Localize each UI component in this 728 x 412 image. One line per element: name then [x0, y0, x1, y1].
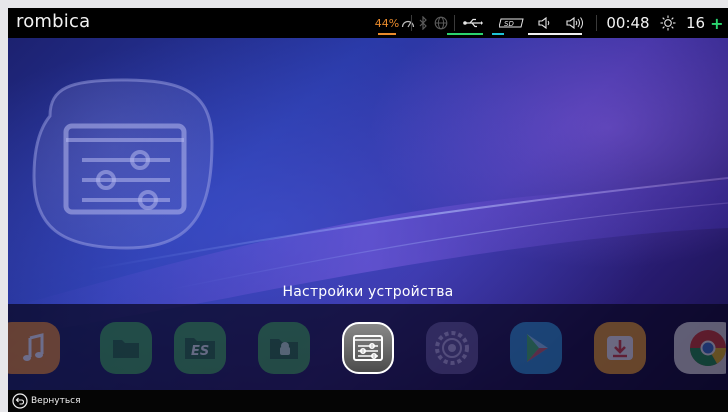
chrome-icon	[674, 322, 726, 374]
back-button[interactable]: Вернуться	[12, 393, 81, 409]
status-bar: rombica 44% SD 00:48 16 +	[8, 8, 728, 38]
play-store-icon	[510, 322, 562, 374]
dock-app-device-settings[interactable]	[342, 322, 394, 374]
battery-percent: 44%	[374, 16, 400, 30]
es-file-explorer-icon: ES	[174, 322, 226, 374]
separator	[596, 15, 597, 31]
settings-sliders-icon	[342, 322, 394, 374]
usb-icon	[463, 18, 483, 28]
clock-time: 00:48	[606, 14, 650, 32]
volume-underline	[528, 33, 582, 35]
globe-icon	[434, 16, 448, 30]
back-label: Вернуться	[31, 396, 81, 406]
back-arrow-icon	[12, 393, 28, 409]
gauge-icon	[402, 20, 415, 28]
dock-app-android-settings[interactable]	[426, 322, 478, 374]
brand-logo: rombica	[16, 11, 91, 32]
dock-app-chrome[interactable]	[674, 322, 726, 374]
settings-sliders-icon	[32, 78, 214, 250]
brightness-control[interactable]: 16 +	[660, 8, 728, 38]
android-folder-icon	[258, 322, 310, 374]
sd-card-icon: SD	[499, 18, 524, 28]
dock-app-downloads[interactable]	[594, 322, 646, 374]
brightness-icon	[660, 15, 676, 31]
home-screen: rombica 44% SD 00:48 16 + Настройки устр…	[8, 8, 728, 412]
battery-underline	[378, 33, 396, 35]
selected-app-title: Настройки устройства	[282, 284, 454, 300]
brightness-value: 16	[686, 14, 706, 32]
dock-app-music[interactable]	[8, 322, 60, 374]
separator	[454, 15, 455, 31]
brightness-plus-button[interactable]: +	[710, 14, 723, 33]
gear-icon	[426, 322, 478, 374]
usb-underline	[447, 33, 483, 35]
dock-app-es-explorer[interactable]: ES	[174, 322, 226, 374]
bluetooth-toggle[interactable]	[416, 8, 430, 38]
svg-text:SD: SD	[504, 20, 514, 28]
app-dock: ES	[8, 304, 728, 390]
folder-icon	[100, 322, 152, 374]
bottom-bar: Вернуться	[8, 390, 728, 412]
download-icon	[594, 322, 646, 374]
dock-app-play-store[interactable]	[510, 322, 562, 374]
sd-card-status[interactable]: SD	[492, 8, 530, 38]
usb-status[interactable]	[447, 8, 488, 38]
clock: 00:48	[602, 8, 654, 38]
battery-indicator: 44%	[374, 8, 416, 38]
volume-up-icon	[566, 16, 583, 30]
music-icon	[8, 322, 60, 374]
bluetooth-icon	[419, 16, 427, 30]
volume-down-icon	[538, 16, 550, 30]
dock-app-apk-installer[interactable]	[258, 322, 310, 374]
sd-card-underline	[492, 33, 504, 35]
svg-text:ES: ES	[191, 344, 209, 359]
dock-app-files[interactable]	[100, 322, 152, 374]
separator	[411, 15, 412, 31]
